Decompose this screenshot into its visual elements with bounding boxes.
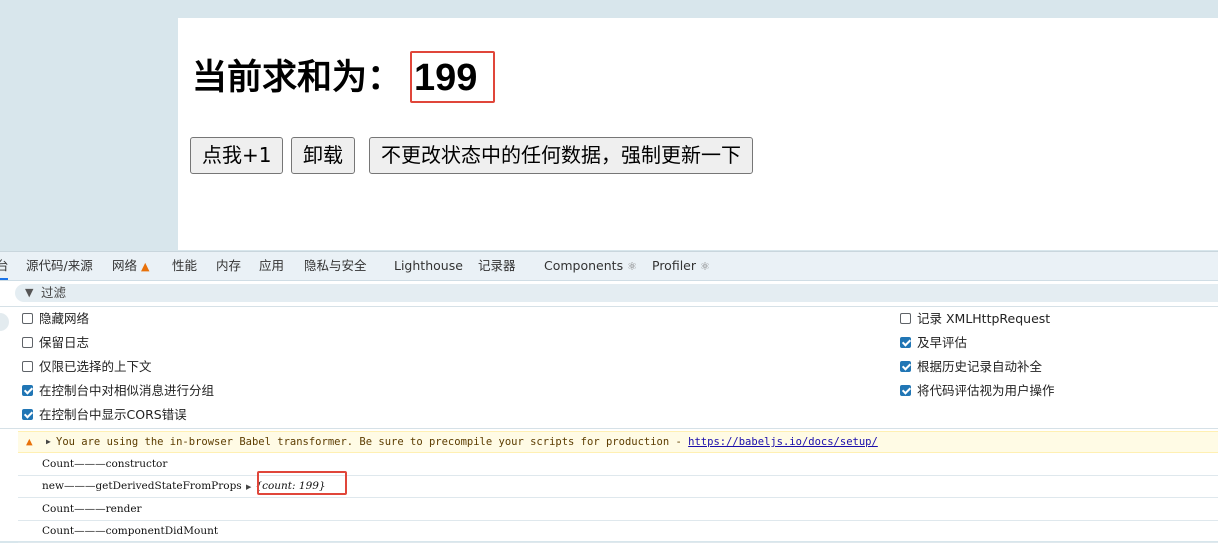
checkbox[interactable]: [22, 313, 33, 324]
filter-input[interactable]: ▼ 过滤: [15, 284, 1218, 302]
tab-lighthouse[interactable]: Lighthouse: [394, 252, 463, 280]
console-filter-bar: ▼ 过滤: [0, 281, 1218, 307]
tab-memory[interactable]: 内存: [216, 252, 241, 280]
sum-title: 当前求和为：: [192, 58, 403, 98]
expand-triangle-icon[interactable]: ▶: [46, 432, 51, 452]
console-output: ▲ ▶ You are using the in-browser Babel t…: [0, 428, 1218, 543]
active-tab-indicator: [0, 278, 8, 280]
tab-sources[interactable]: 源代码/来源: [26, 252, 93, 280]
checkbox[interactable]: [900, 361, 911, 372]
warning-icon: ▲: [26, 435, 33, 448]
devtools-tabbar: 台 源代码/来源 网络 ▲ 性能 内存 应用 隐私与安全 Lighthouse …: [0, 252, 1218, 281]
checkbox[interactable]: [22, 385, 33, 396]
checkbox[interactable]: [900, 337, 911, 348]
tab-application[interactable]: 应用: [259, 252, 284, 280]
console-log-row: Count———render: [18, 498, 1218, 521]
tab-console[interactable]: 台: [0, 252, 9, 280]
increment-button[interactable]: 点我+1: [190, 137, 284, 174]
tab-components-label: Components: [544, 258, 624, 273]
unmount-button[interactable]: 卸载: [291, 137, 355, 174]
checkbox[interactable]: [22, 337, 33, 348]
force-update-button[interactable]: 不更改状态中的任何数据，强制更新一下: [369, 137, 753, 174]
log-text: Count———constructor: [42, 458, 168, 470]
expand-triangle-icon[interactable]: ▶: [246, 483, 251, 491]
checkbox[interactable]: [900, 313, 911, 324]
react-atom-icon: ⚛: [700, 260, 710, 273]
filter-placeholder: 过滤: [41, 285, 67, 300]
tab-network[interactable]: 网络 ▲: [112, 252, 149, 281]
count-value: 199: [414, 57, 478, 99]
page-viewport: 当前求和为： 199 点我+1 卸载 不更改状态中的任何数据，强制更新一下: [178, 18, 1218, 250]
devtools-panel: 台 源代码/来源 网络 ▲ 性能 内存 应用 隐私与安全 Lighthouse …: [0, 251, 1218, 543]
console-settings: 隐藏网络 保留日志 仅限已选择的上下文 在控制台中对相似消息进行分组 在控制台中…: [0, 307, 1218, 429]
tab-performance[interactable]: 性能: [172, 252, 197, 280]
tab-network-label: 网络: [112, 258, 138, 273]
console-log-row: Count———constructor: [18, 453, 1218, 476]
warning-text: You are using the in-browser Babel trans…: [56, 436, 689, 448]
checkbox[interactable]: [22, 361, 33, 372]
checkbox[interactable]: [22, 409, 33, 420]
console-warning-message: ▲ ▶ You are using the in-browser Babel t…: [18, 431, 1218, 453]
warning-link[interactable]: https://babeljs.io/docs/setup/: [688, 436, 878, 448]
log-text: new———getDerivedStateFromProps: [42, 480, 242, 492]
log-text: Count———componentDidMount: [42, 525, 219, 537]
console-log-row: new———getDerivedStateFromProps ▶ {count: …: [18, 471, 1218, 498]
log-text: Count———render: [42, 503, 142, 515]
object-highlight-box: [257, 471, 347, 495]
react-atom-icon: ⚛: [627, 260, 637, 273]
tab-profiler[interactable]: Profiler ⚛: [652, 252, 710, 281]
tab-profiler-label: Profiler: [652, 258, 697, 273]
checkbox[interactable]: [900, 385, 911, 396]
tab-recorder[interactable]: 记录器: [478, 252, 516, 280]
tab-privacy-security[interactable]: 隐私与安全: [304, 252, 367, 280]
warning-icon: ▲: [141, 260, 150, 273]
tab-components[interactable]: Components ⚛: [544, 252, 637, 281]
filter-funnel-icon: ▼: [25, 286, 34, 299]
